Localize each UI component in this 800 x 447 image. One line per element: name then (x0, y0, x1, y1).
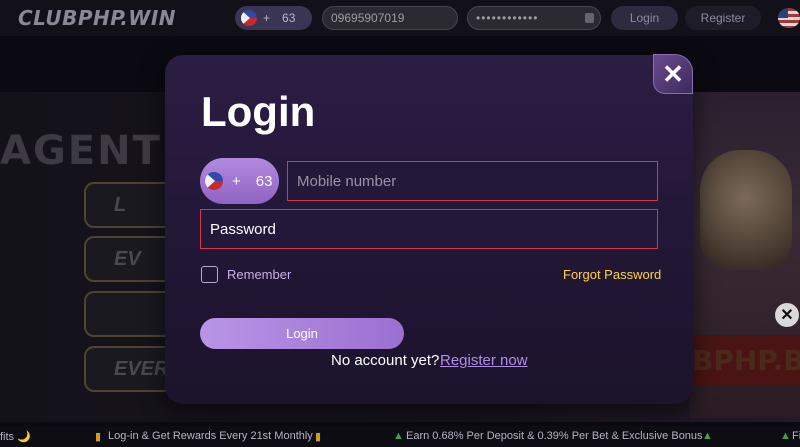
header-password-input[interactable]: •••••••••••• (467, 6, 601, 30)
no-account-text: No account yet? (331, 352, 440, 369)
banner-pill: L (84, 182, 174, 228)
promo-close-button[interactable]: ✕ (775, 303, 799, 327)
ticker-item: fits 🌙 (0, 431, 31, 443)
ticker-item: Earn 0.68% Per Deposit & 0.39% Per Bet &… (406, 430, 703, 442)
philippines-flag-icon (241, 10, 257, 26)
gift-icon: ▮ (315, 431, 322, 443)
announcement-ticker: fits 🌙 ▮ Log-in & Get Rewards Every 21st… (0, 426, 800, 447)
register-now-link[interactable]: Register now (440, 352, 528, 369)
header-country-plus: + (263, 11, 271, 25)
header-register-button[interactable]: Register (685, 6, 761, 30)
tree-icon: ▲ (702, 430, 713, 442)
banner-pill: EV (84, 236, 174, 282)
banner-pill: EVER (84, 346, 174, 392)
philippines-flag-icon (205, 172, 223, 190)
banner-pill (84, 291, 174, 337)
login-button[interactable]: Login (200, 318, 404, 349)
country-code-selector[interactable]: + 63 (200, 158, 279, 204)
top-header: CLUBPHP.WIN + 63 09695907019 •••••••••••… (0, 0, 800, 36)
tree-icon: ▲ (393, 430, 404, 442)
site-logo[interactable]: CLUBPHP.WIN (18, 6, 176, 30)
close-icon[interactable]: ✕ (653, 54, 693, 94)
forgot-password-link[interactable]: Forgot Password (563, 267, 661, 282)
gift-icon: ▮ (95, 431, 102, 443)
mascot-image (700, 150, 792, 270)
modal-title: Login (201, 88, 316, 135)
password-input[interactable]: Password (200, 209, 658, 249)
tree-icon: ▲ (780, 430, 791, 442)
header-mobile-input[interactable]: 09695907019 (322, 6, 458, 30)
remember-checkbox[interactable] (201, 266, 218, 283)
us-flag-icon[interactable] (778, 8, 800, 28)
header-login-button[interactable]: Login (611, 6, 678, 30)
ticker-item: Fi (792, 430, 800, 442)
country-code: 63 (255, 172, 273, 190)
promo-brand-text: BPHP.B (690, 335, 800, 385)
header-country-selector[interactable]: + 63 (235, 6, 312, 30)
lock-icon (585, 13, 594, 23)
mobile-number-input[interactable]: Mobile number (287, 161, 658, 201)
country-plus: + (232, 172, 241, 190)
remember-label[interactable]: Remember (227, 267, 291, 282)
ticker-item: Log-in & Get Rewards Every 21st Monthly (108, 430, 313, 442)
header-password-value: •••••••••••• (476, 11, 539, 25)
header-country-code: 63 (282, 11, 296, 25)
